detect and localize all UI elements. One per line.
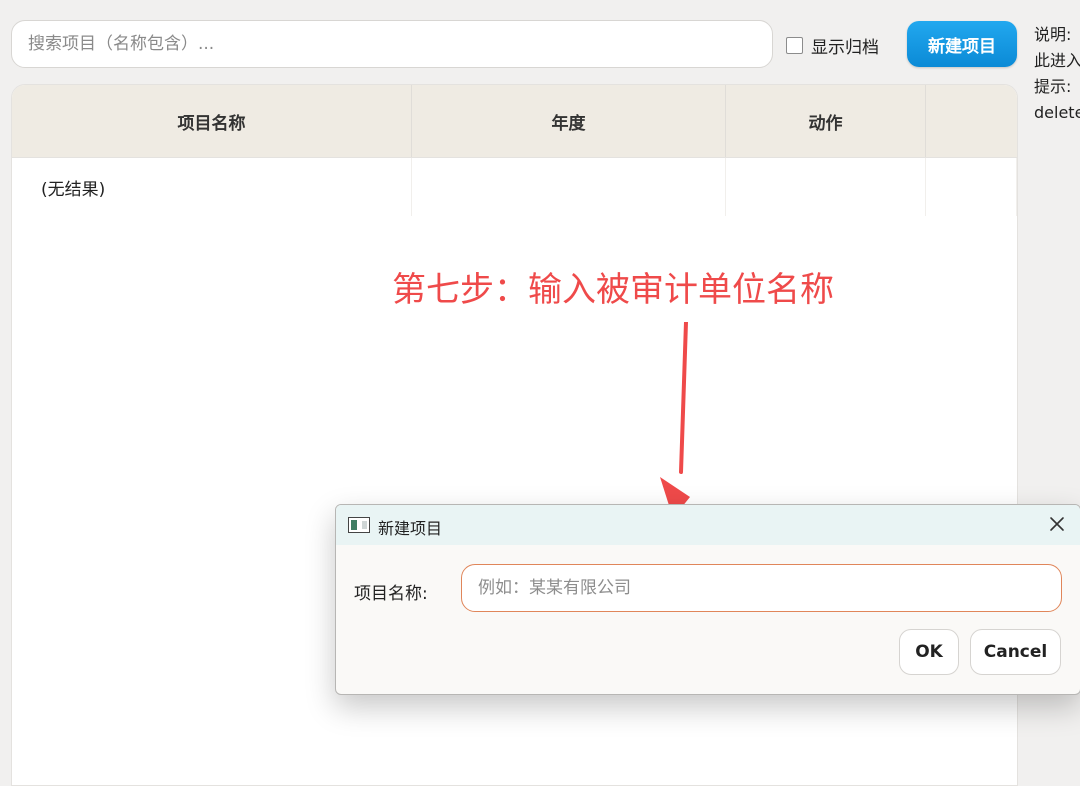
project-name-label: 项目名称: <box>354 584 428 604</box>
side-note: 说明: 此进入 提示: delete <box>1034 22 1080 126</box>
ok-button[interactable]: OK <box>899 629 959 675</box>
show-archived-toggle[interactable]: 显示归档 <box>786 34 879 58</box>
empty-result-text: (无结果) <box>12 158 412 216</box>
project-name-input[interactable] <box>461 564 1062 612</box>
table-header: 项目名称 年度 动作 <box>12 85 1017 158</box>
window-app-icon <box>348 517 370 533</box>
cancel-button[interactable]: Cancel <box>970 629 1061 675</box>
side-note-line: 此进入 <box>1034 51 1080 70</box>
table-cell <box>412 158 726 216</box>
show-archived-label: 显示归档 <box>811 37 879 58</box>
dialog-title: 新建项目 <box>378 519 443 538</box>
search-input[interactable] <box>11 20 773 68</box>
side-note-line: 提示: <box>1034 77 1072 96</box>
column-header-year[interactable]: 年度 <box>412 85 726 157</box>
table-cell <box>726 158 926 216</box>
step-annotation: 第七步：输入被审计单位名称 <box>392 270 834 310</box>
new-project-button[interactable]: 新建项目 <box>907 21 1017 67</box>
column-header-name[interactable]: 项目名称 <box>12 85 412 157</box>
column-header-actions[interactable]: 动作 <box>726 85 926 157</box>
new-project-dialog: 新建项目 项目名称: OK Cancel <box>335 504 1080 695</box>
side-note-line: delete <box>1034 103 1080 122</box>
annotation-arrow-icon <box>660 322 690 518</box>
dialog-titlebar[interactable]: 新建项目 <box>336 505 1080 545</box>
show-archived-checkbox[interactable] <box>786 36 803 54</box>
table-row: (无结果) <box>12 158 1017 216</box>
side-note-line: 说明: <box>1034 25 1072 44</box>
table-cell <box>926 158 1017 216</box>
close-icon[interactable] <box>1048 515 1066 533</box>
column-header-extra <box>926 85 1017 157</box>
